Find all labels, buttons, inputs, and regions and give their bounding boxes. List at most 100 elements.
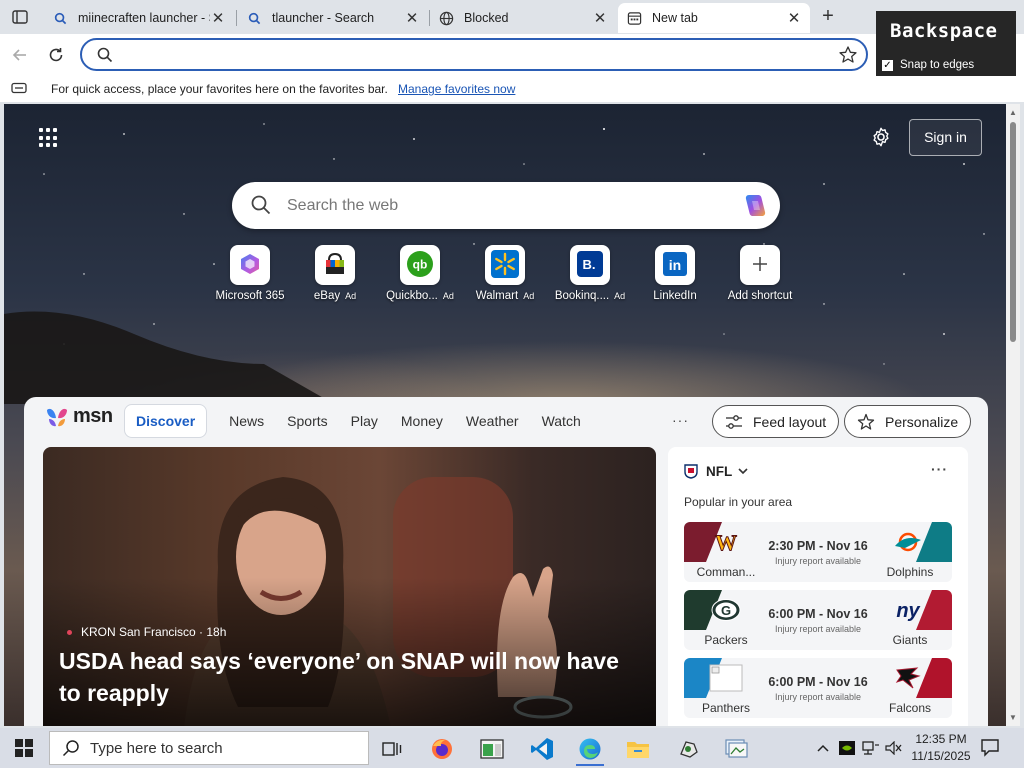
gear-icon[interactable] — [870, 126, 892, 151]
game-time: 2:30 PM - Nov 16 — [768, 539, 868, 553]
shortcut-booking[interactable]: B. Bookinq.... Ad — [548, 245, 632, 302]
start-button[interactable] — [0, 728, 48, 768]
feed-layout-button[interactable]: Feed layout — [712, 405, 840, 438]
chevron-up-icon[interactable] — [812, 728, 834, 768]
nvidia-icon[interactable] — [836, 728, 858, 768]
tab-watch[interactable]: Watch — [542, 413, 581, 429]
reload-button[interactable] — [44, 43, 68, 67]
favorites-bar-icon — [11, 82, 27, 97]
shortcut-microsoft-365[interactable]: Microsoft 365 — [208, 245, 292, 302]
hero-article[interactable]: KRON San Francisco · 18h USDA head says … — [43, 447, 656, 726]
notification-icon[interactable] — [980, 737, 1000, 760]
tab-discover[interactable]: Discover — [124, 404, 208, 438]
tab-sports[interactable]: Sports — [287, 413, 327, 429]
add-shortcut-button[interactable]: Add shortcut — [718, 245, 802, 302]
dolphins-logo-icon — [888, 528, 928, 556]
refresh-icon — [49, 48, 63, 62]
vscode-icon[interactable] — [522, 732, 562, 766]
tab-title: New tab — [652, 11, 698, 25]
shortcut-label: Microsoft 365 — [215, 290, 285, 302]
snap-option[interactable]: ✓ Snap to edges — [882, 59, 974, 71]
giants-logo-icon: ny — [888, 596, 928, 624]
scroll-up-icon[interactable]: ▲ — [1009, 108, 1017, 117]
microsoft365-icon — [238, 252, 262, 279]
app-window-icon[interactable] — [472, 732, 512, 766]
article-headline[interactable]: USDA head says ‘everyone’ on SNAP will n… — [59, 645, 629, 709]
tab-1[interactable]: miinecraften launcher - S ✕ — [44, 4, 234, 32]
game-row[interactable]: W 2:30 PM - Nov 16 Injury report availab… — [684, 522, 952, 582]
shortcut-walmart[interactable]: Walmart Ad — [463, 245, 547, 302]
tab-play[interactable]: Play — [351, 413, 378, 429]
edge-icon[interactable] — [570, 732, 610, 766]
manage-favorites-link[interactable]: Manage favorites now — [398, 82, 515, 96]
personalize-label: Personalize — [885, 413, 959, 430]
favorite-star-icon[interactable] — [838, 45, 858, 68]
booking-icon: B. — [576, 250, 604, 281]
apps-launcher-icon[interactable] — [39, 128, 59, 148]
network-app-icon[interactable] — [668, 732, 708, 766]
personalize-button[interactable]: Personalize — [844, 405, 972, 438]
new-tab-icon — [626, 10, 642, 26]
web-search-box[interactable] — [232, 182, 780, 229]
back-button[interactable] — [8, 43, 32, 67]
photos-app-icon[interactable] — [716, 732, 756, 766]
new-tab-button[interactable]: + — [816, 6, 840, 28]
key-name: Backspace — [890, 20, 998, 42]
away-team: Falcons — [888, 701, 932, 715]
game-row[interactable]: 6:00 PM - Nov 16 Injury report available… — [684, 658, 952, 718]
close-icon[interactable]: ✕ — [404, 9, 420, 27]
taskbar-search[interactable]: Type here to search — [49, 731, 369, 765]
tab-title: Blocked — [464, 11, 509, 25]
checkbox-checked-icon[interactable]: ✓ — [882, 59, 893, 71]
shortcut-quickbooks[interactable]: qb Quickbo... Ad — [378, 245, 462, 302]
walmart-icon — [490, 249, 520, 282]
shortcut-linkedin[interactable]: in LinkedIn — [633, 245, 717, 302]
ad-badge: Ad — [442, 291, 454, 301]
chevron-down-icon — [738, 468, 748, 475]
linkedin-icon: in — [662, 251, 688, 280]
scrollbar-thumb[interactable] — [1010, 122, 1016, 342]
tab-new-tab[interactable]: New tab ✕ — [618, 3, 810, 33]
sign-in-button[interactable]: Sign in — [909, 119, 982, 156]
home-team: Panthers — [701, 701, 751, 715]
clock-date: 11/15/2025 — [911, 749, 971, 763]
task-view-icon[interactable] — [372, 732, 412, 766]
page-scrollbar[interactable]: ▲ ▼ — [1006, 104, 1020, 726]
tab-weather[interactable]: Weather — [466, 413, 519, 429]
system-clock[interactable]: 12:35 PM 11/15/2025 — [906, 731, 976, 765]
tab-3[interactable]: Blocked ✕ — [430, 4, 616, 32]
file-explorer-icon[interactable] — [618, 732, 658, 766]
msn-logo[interactable]: msn — [44, 405, 113, 428]
packers-logo-icon: G — [706, 596, 746, 624]
tab-2[interactable]: tlauncher - Search ✕ — [238, 4, 428, 32]
msn-feed: msn Discover News Sports Play Money Weat… — [24, 397, 988, 726]
close-icon[interactable]: ✕ — [210, 9, 226, 27]
sparkle-star-icon — [857, 413, 875, 431]
tab-money[interactable]: Money — [401, 413, 443, 429]
firefox-icon[interactable] — [422, 732, 462, 766]
tab-news[interactable]: News — [229, 413, 264, 429]
network-icon[interactable] — [860, 728, 882, 768]
away-team: Giants — [892, 633, 928, 647]
ad-badge: Ad — [614, 291, 626, 301]
msn-butterfly-icon — [47, 408, 67, 426]
svg-text:G: G — [721, 603, 731, 618]
feed-nav: Discover News Sports Play Money Weather … — [124, 404, 604, 438]
svg-text:B.: B. — [583, 257, 596, 272]
league-selector[interactable]: NFL — [684, 463, 748, 479]
volume-muted-icon[interactable] — [883, 728, 905, 768]
tab-title: tlauncher - Search — [272, 11, 375, 25]
address-input[interactable] — [122, 44, 822, 66]
tab-actions-icon[interactable] — [8, 7, 32, 27]
close-icon[interactable]: ✕ — [592, 9, 608, 27]
search-icon — [52, 10, 68, 26]
web-search-input[interactable] — [287, 195, 707, 217]
scroll-down-icon[interactable]: ▼ — [1009, 713, 1017, 722]
shortcut-ebay[interactable]: eBay Ad — [293, 245, 377, 302]
game-row[interactable]: G ny 6:00 PM - Nov 16 Injury report avai… — [684, 590, 952, 650]
close-icon[interactable]: ✕ — [786, 9, 802, 27]
copilot-icon[interactable] — [740, 190, 772, 225]
more-options-icon[interactable]: ··· — [672, 412, 689, 428]
address-bar[interactable] — [80, 38, 868, 71]
more-options-icon[interactable]: ··· — [931, 461, 948, 477]
